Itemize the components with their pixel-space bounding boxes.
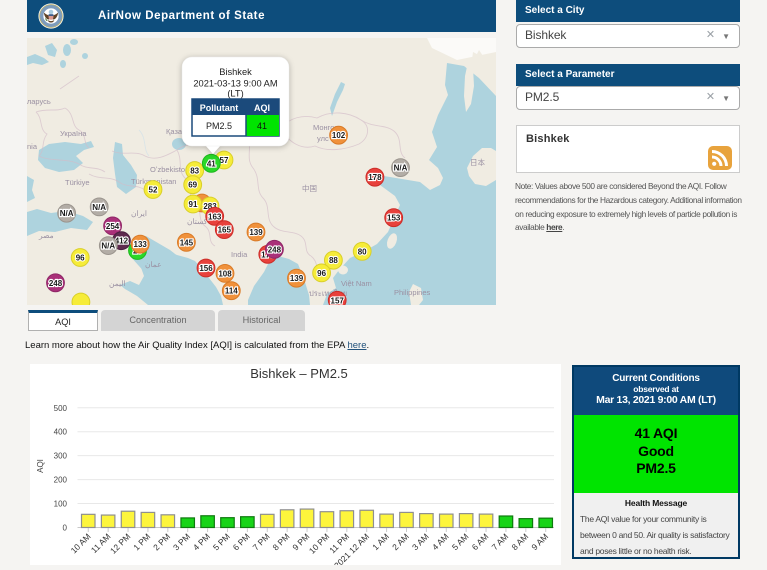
svg-text:91: 91 [189, 200, 198, 209]
svg-text:Беларусь: Беларусь [27, 97, 51, 106]
svg-text:اليمن: اليمن [109, 279, 126, 288]
svg-text:AQI: AQI [36, 459, 45, 473]
svg-text:69: 69 [188, 181, 197, 190]
svg-text:6 AM: 6 AM [470, 531, 491, 552]
svg-text:88: 88 [329, 256, 338, 265]
svg-text:日本: 日本 [470, 157, 485, 167]
svg-text:163: 163 [208, 212, 222, 221]
svg-text:96: 96 [317, 269, 326, 278]
svg-text:7 AM: 7 AM [490, 531, 511, 552]
svg-text:PM2.5: PM2.5 [206, 121, 232, 131]
svg-text:11 AM: 11 AM [89, 531, 113, 555]
svg-text:139: 139 [290, 274, 304, 283]
svg-text:248: 248 [49, 279, 63, 288]
svg-text:157: 157 [331, 296, 345, 305]
svg-text:(LT): (LT) [227, 89, 243, 99]
svg-text:Bishkek – PM2.5: Bishkek – PM2.5 [250, 366, 348, 381]
svg-text:178: 178 [368, 173, 382, 182]
svg-text:nia: nia [27, 142, 38, 151]
svg-text:156: 156 [199, 264, 213, 273]
svg-text:83: 83 [190, 167, 199, 176]
svg-text:Philippines: Philippines [394, 288, 431, 297]
svg-text:4 PM: 4 PM [191, 531, 212, 552]
svg-text:96: 96 [76, 254, 85, 263]
svg-text:2 AM: 2 AM [390, 531, 411, 552]
svg-text:52: 52 [149, 186, 158, 195]
svg-text:1 PM: 1 PM [131, 531, 152, 552]
svg-text:10 PM: 10 PM [307, 531, 331, 555]
svg-text:9 AM: 9 AM [529, 531, 550, 552]
svg-text:Türkiye: Türkiye [65, 178, 90, 187]
svg-text:Pollutant: Pollutant [200, 103, 239, 113]
svg-text:41: 41 [207, 159, 216, 168]
svg-text:1 AM: 1 AM [370, 531, 391, 552]
svg-text:400: 400 [54, 428, 68, 437]
svg-text:165: 165 [218, 226, 232, 235]
svg-text:ايران: ايران [131, 209, 147, 218]
svg-text:3 AM: 3 AM [410, 531, 431, 552]
svg-text:500: 500 [54, 404, 68, 413]
svg-text:200: 200 [54, 476, 68, 485]
svg-text:153: 153 [387, 214, 401, 223]
svg-text:133: 133 [134, 240, 148, 249]
svg-text:8 PM: 8 PM [270, 531, 291, 552]
svg-text:Bishkek: Bishkek [219, 67, 252, 77]
svg-text:India: India [231, 250, 248, 259]
svg-text:N/A: N/A [60, 209, 74, 218]
svg-text:139: 139 [249, 228, 263, 237]
svg-text:41: 41 [257, 121, 267, 131]
svg-text:0: 0 [63, 524, 68, 533]
svg-text:10 AM: 10 AM [69, 531, 93, 555]
svg-text:248: 248 [268, 245, 282, 254]
svg-text:6 PM: 6 PM [231, 531, 252, 552]
svg-text:2021-03-13 9:00 AM: 2021-03-13 9:00 AM [193, 79, 277, 89]
svg-text:улс: улс [317, 134, 329, 143]
svg-text:114: 114 [225, 287, 238, 296]
svg-text:Oʻzbekiston: Oʻzbekiston [150, 165, 189, 174]
svg-text:12 PM: 12 PM [108, 531, 132, 555]
svg-text:Україна: Україна [60, 129, 87, 138]
svg-text:102: 102 [332, 131, 346, 140]
svg-text:7 PM: 7 PM [251, 531, 272, 552]
svg-text:كستان: كستان [187, 217, 208, 226]
svg-text:5 AM: 5 AM [450, 531, 471, 552]
svg-text:300: 300 [54, 452, 68, 461]
svg-text:108: 108 [218, 269, 232, 278]
svg-text:3 PM: 3 PM [171, 531, 192, 552]
svg-text:80: 80 [358, 247, 367, 256]
svg-text:8 AM: 8 AM [509, 531, 530, 552]
svg-text:مصر: مصر [38, 231, 54, 240]
svg-text:عمان: عمان [145, 260, 162, 269]
svg-text:AQI: AQI [254, 103, 270, 113]
svg-text:100: 100 [54, 500, 68, 509]
svg-text:2 PM: 2 PM [151, 531, 172, 552]
svg-text:5 PM: 5 PM [211, 531, 232, 552]
svg-text:N/A: N/A [394, 164, 408, 173]
svg-text:57: 57 [220, 156, 229, 165]
svg-text:4 AM: 4 AM [430, 531, 451, 552]
svg-text:N/A: N/A [92, 203, 106, 212]
svg-text:254: 254 [106, 222, 120, 231]
svg-text:145: 145 [180, 238, 194, 247]
svg-text:N/A: N/A [101, 242, 115, 251]
svg-text:Việt Nam: Việt Nam [341, 279, 372, 288]
svg-text:中国: 中国 [302, 183, 317, 193]
